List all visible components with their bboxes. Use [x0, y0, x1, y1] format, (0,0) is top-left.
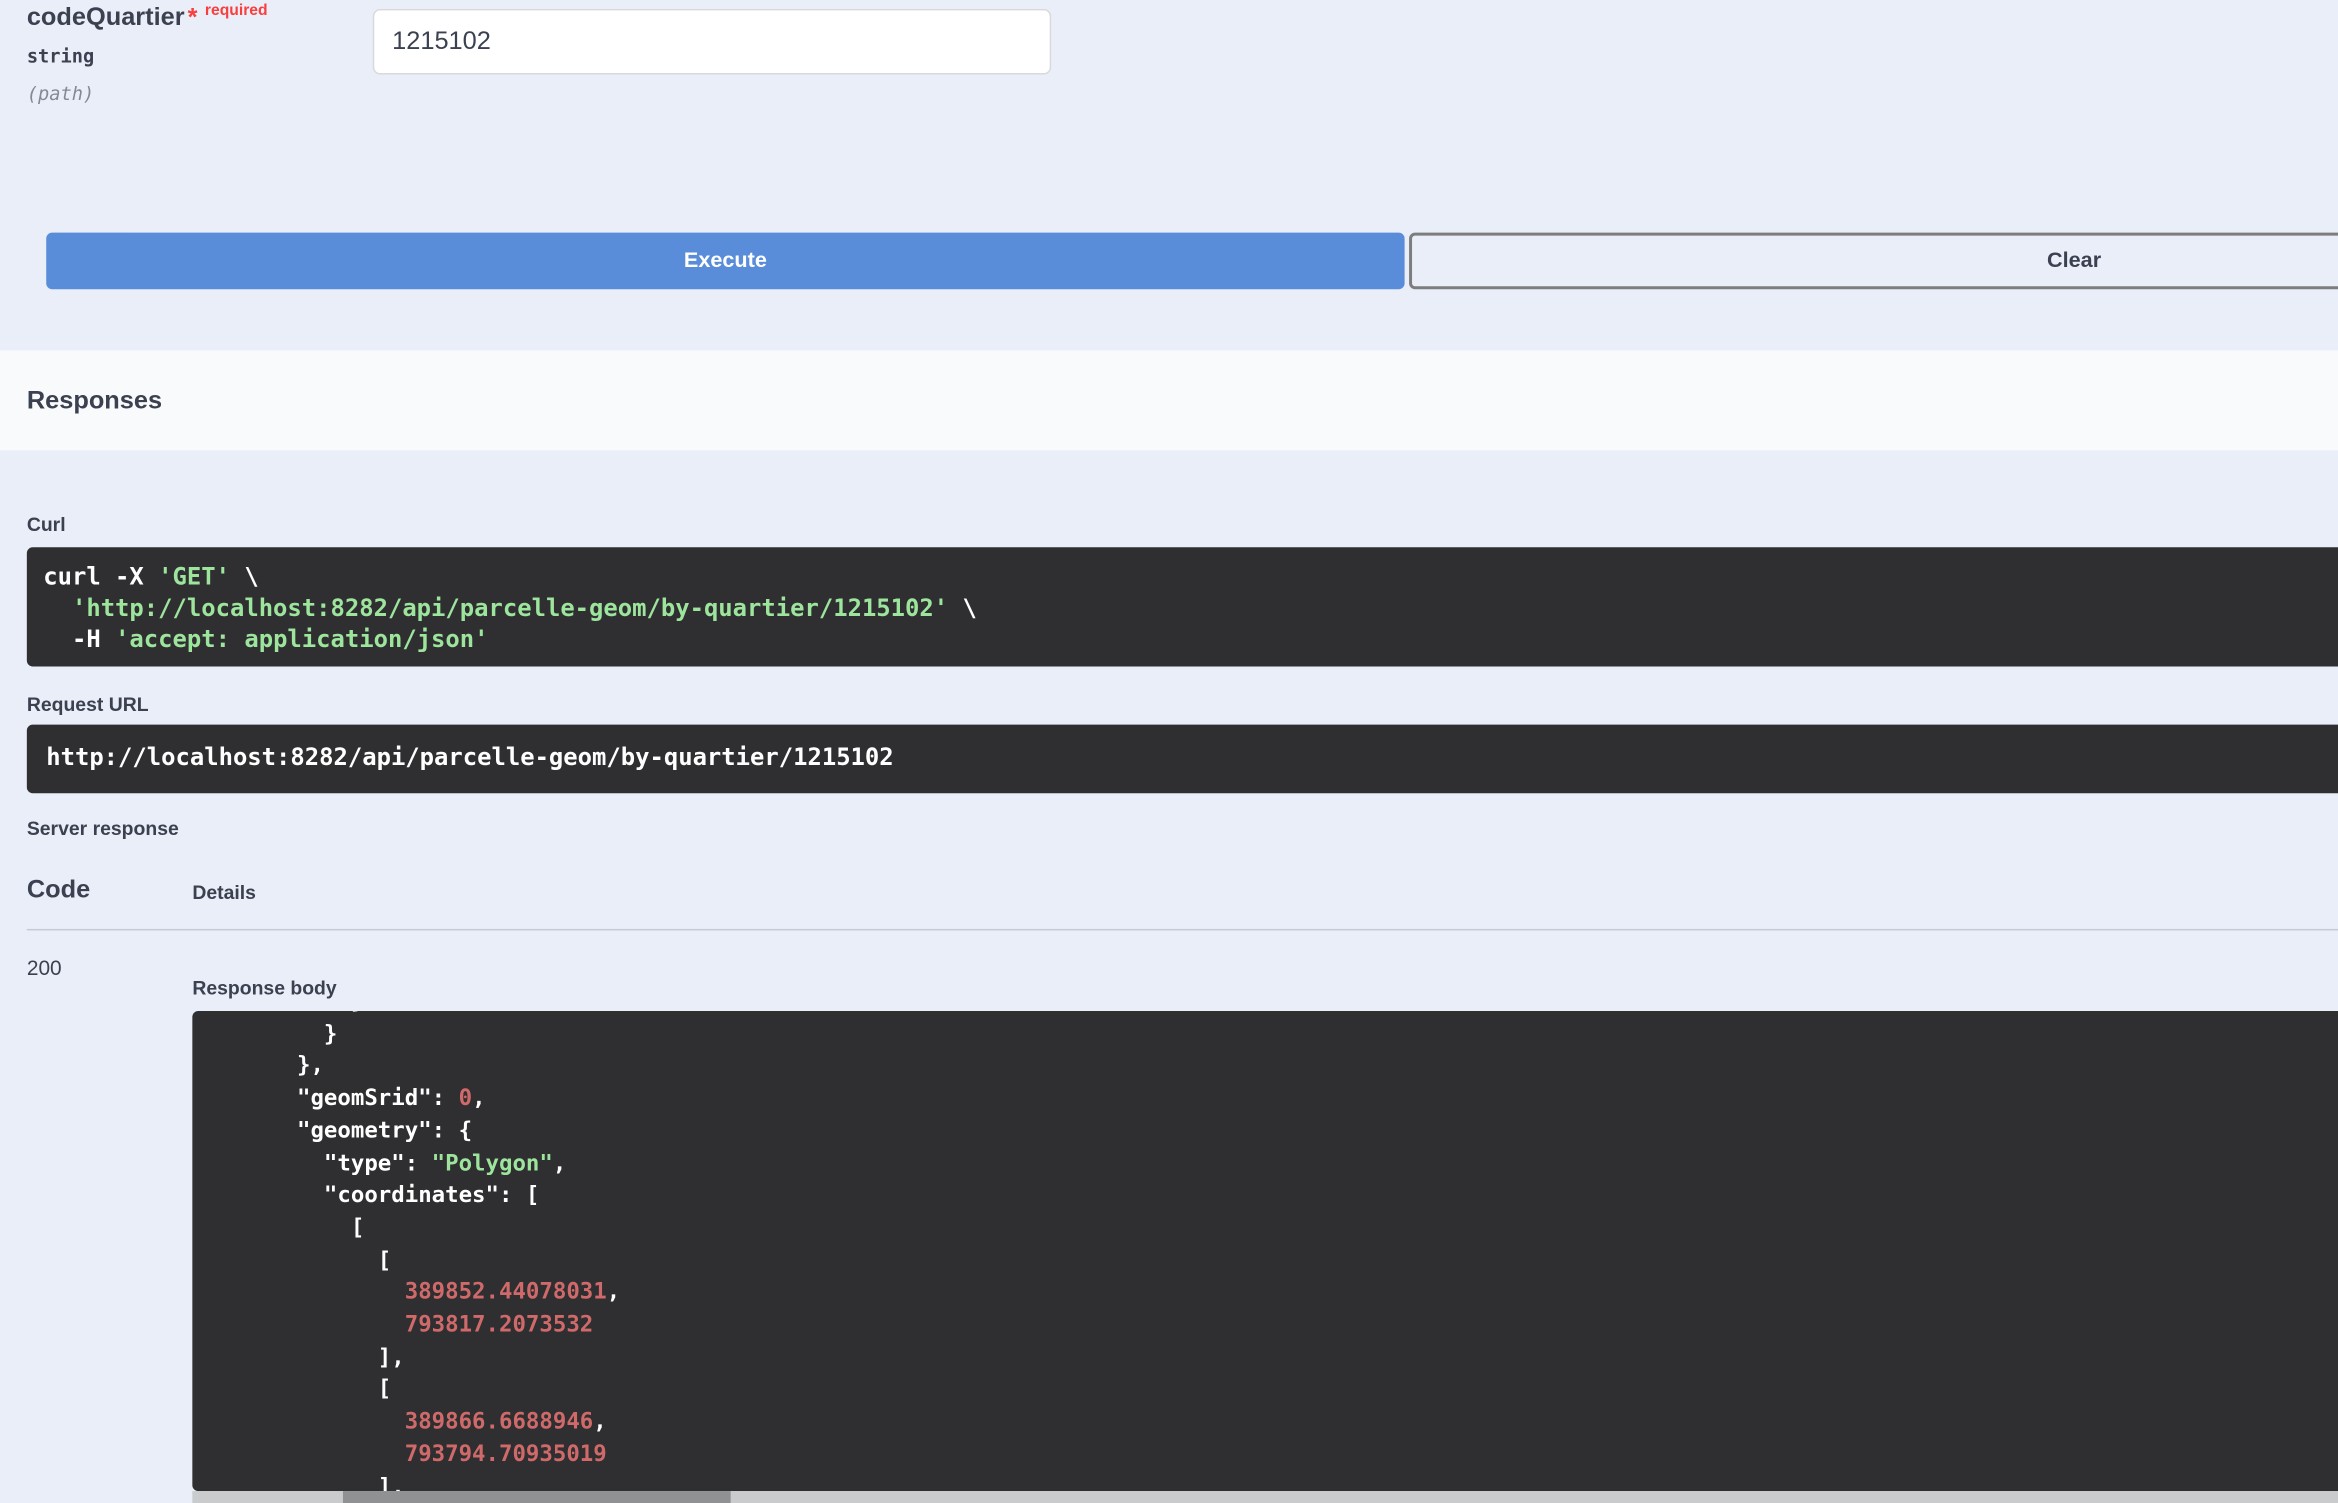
request-url-value: http://localhost:8282/api/parcelle-geom/…	[46, 742, 894, 771]
code-line: "type": "Polygon",	[216, 1148, 567, 1176]
code-line: },	[216, 1051, 324, 1079]
parameter-type: string	[26, 44, 95, 68]
clear-button[interactable]: Clear	[1409, 232, 2338, 290]
code-line: 793794.70935019	[404, 1440, 607, 1467]
code-line: ],	[216, 1343, 405, 1370]
response-body-block[interactable]: } } }, "geomSrid": 0, "geometry": { "typ…	[192, 1010, 2338, 1492]
responses-header-band: Responses	[0, 350, 2338, 451]
server-response-label: Server response	[26, 817, 179, 840]
required-label: required	[204, 1, 268, 20]
code-line: "geomSrid": 0,	[216, 1084, 486, 1112]
required-asterisk: *	[187, 2, 198, 31]
status-code: 200	[26, 955, 62, 980]
responses-title: Responses	[26, 386, 163, 415]
code-line: 'http://localhost:8282/api/parcelle-geom…	[71, 593, 977, 622]
table-divider	[26, 928, 2338, 931]
code-line: ],	[216, 1472, 405, 1492]
curl-label: Curl	[26, 512, 66, 536]
code-column-header: Code	[26, 875, 91, 904]
code-line: "coordinates": [	[216, 1181, 540, 1209]
response-body-label: Response body	[192, 976, 337, 1000]
curl-command-block[interactable]: curl -X 'GET' \ 'http://localhost:8282/a…	[26, 547, 2338, 667]
code-line: "geometry": {	[216, 1116, 473, 1144]
parameter-location: (path)	[26, 82, 95, 105]
scrollbar-thumb[interactable]	[342, 1491, 731, 1503]
code-line: 793817.2073532	[404, 1310, 594, 1338]
code-line: curl -X 'GET' \	[43, 562, 259, 591]
swagger-operation-panel: codeQuartier* required string (path) Exec…	[0, 0, 2338, 1503]
response-body-horizontal-scrollbar[interactable]	[192, 1491, 2338, 1503]
request-url-block: http://localhost:8282/api/parcelle-geom/…	[26, 724, 2338, 794]
response-body-json: } } }, "geomSrid": 0, "geometry": { "typ…	[192, 1011, 2338, 1491]
code-line: [	[216, 1245, 392, 1273]
code-line: [	[216, 1375, 392, 1403]
code-line: [	[216, 1213, 365, 1241]
parameter-name-row: codeQuartier * required	[27, 1, 268, 32]
code-line: }	[216, 1011, 2338, 1018]
details-column-header: Details	[192, 881, 256, 904]
execute-button[interactable]: Execute	[46, 232, 1405, 290]
code-line: }	[216, 1019, 338, 1047]
code-line: 389852.44078031,	[404, 1278, 621, 1306]
codequartier-input[interactable]	[372, 8, 1052, 75]
code-line: 389866.6688946,	[404, 1407, 607, 1435]
request-url-label: Request URL	[26, 693, 149, 716]
code-line: -H 'accept: application/json'	[43, 624, 489, 654]
parameter-name: codeQuartier	[26, 2, 185, 31]
